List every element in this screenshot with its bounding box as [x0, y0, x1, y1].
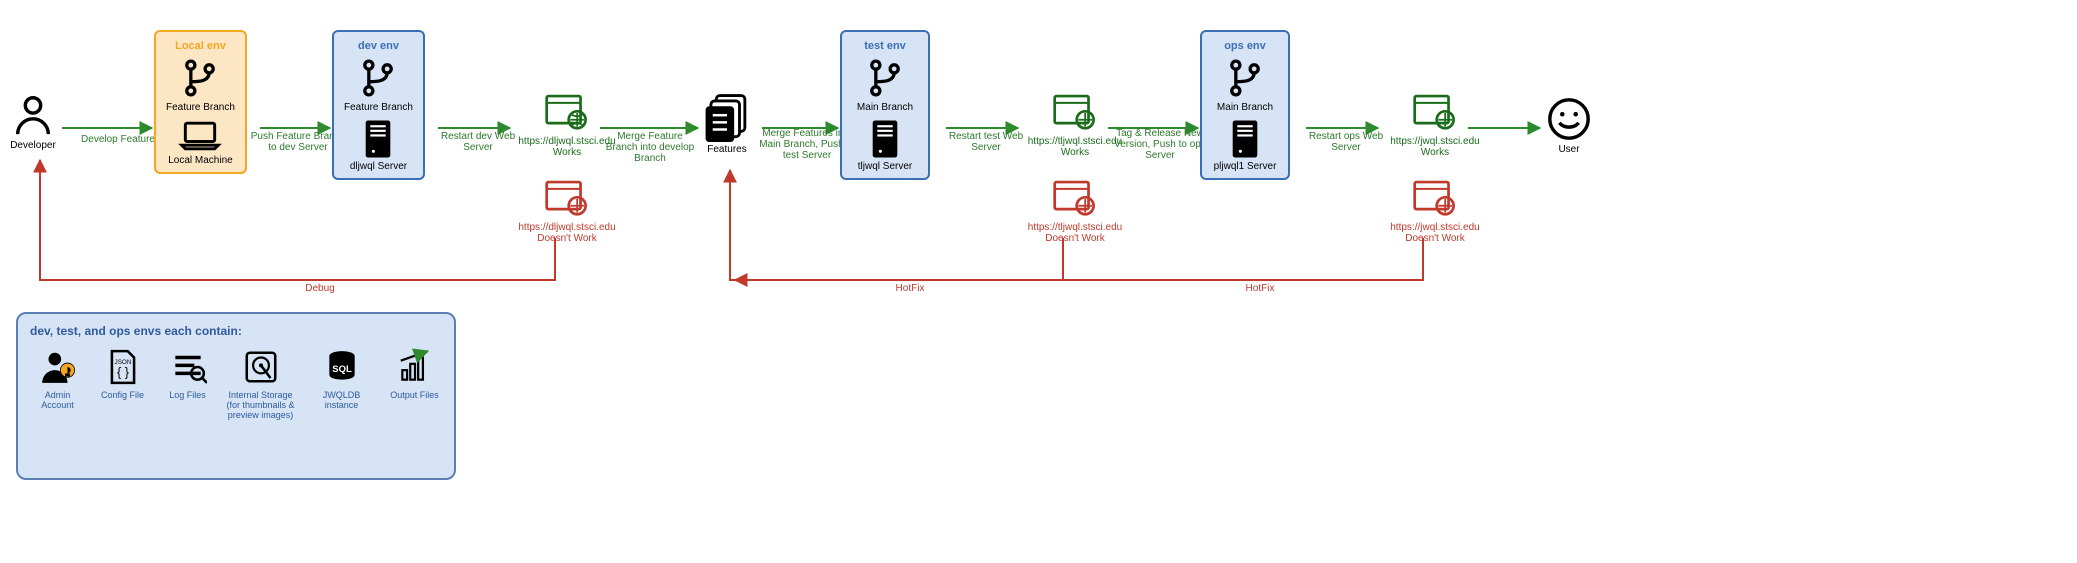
browser-fail-icon	[1053, 180, 1097, 218]
legend-box: dev, test, and ops envs each contain: Ad…	[16, 312, 456, 480]
legend-title: dev, test, and ops envs each contain:	[30, 324, 442, 338]
ops-server-label: pljwql1 Server	[1214, 161, 1277, 172]
developer-node: Developer	[10, 92, 56, 151]
log-files-icon	[169, 348, 207, 386]
browser-ok-icon	[545, 94, 589, 132]
git-branch-icon	[1223, 56, 1267, 100]
dev-env-box: dev env Feature Branch dljwql Server	[332, 30, 425, 180]
dev-fails-label: https://dljwql.stsci.edu Doesn't Work	[512, 222, 622, 244]
browser-fail-icon	[1413, 180, 1457, 218]
legend-admin-label: Admin Account	[30, 390, 85, 410]
legend-config: JSON { } Config File	[95, 348, 150, 400]
developer-label: Developer	[10, 140, 56, 151]
local-machine-label: Local Machine	[168, 155, 232, 166]
test-fails-node: https://tljwql.stsci.edu Doesn't Work	[1020, 180, 1130, 244]
local-branch-label: Feature Branch	[166, 102, 235, 113]
ops-env-box: ops env Main Branch pljwql1 Server	[1200, 30, 1290, 180]
features-label: Features	[707, 144, 746, 155]
git-branch-icon	[863, 56, 907, 100]
svg-text:SQL: SQL	[332, 364, 352, 375]
legend-db-label: JWQLDB instance	[306, 390, 377, 410]
legend-db: SQL JWQLDB instance	[306, 348, 377, 410]
test-branch-label: Main Branch	[857, 102, 913, 113]
dev-works-label: https://dljwql.stsci.edu Works	[512, 136, 622, 158]
legend-logs: Log Files	[160, 348, 215, 400]
ops-works-node: https://jwql.stsci.edu Works	[1380, 94, 1490, 158]
dev-works-node: https://dljwql.stsci.edu Works	[512, 94, 622, 158]
arrow-hotfix-ops: HotFix	[1210, 283, 1310, 294]
legend-admin: Admin Account	[30, 348, 85, 410]
svg-text:{ }: { }	[117, 366, 129, 380]
features-node: Features	[702, 92, 752, 155]
ops-fails-node: https://jwql.stsci.edu Doesn't Work	[1380, 180, 1490, 244]
browser-ok-icon	[1053, 94, 1097, 132]
json-file-icon: JSON { }	[104, 348, 142, 386]
admin-account-icon	[39, 348, 77, 386]
smiley-icon	[1546, 96, 1592, 142]
documents-stack-icon	[702, 92, 752, 142]
legend-output: Output Files	[387, 348, 442, 400]
user-label: User	[1558, 144, 1579, 155]
ops-works-label: https://jwql.stsci.edu Works	[1380, 136, 1490, 158]
test-env-title: test env	[864, 40, 906, 52]
test-works-label: https://tljwql.stsci.edu Works	[1020, 136, 1130, 158]
legend-storage: Internal Storage (for thumbnails & previ…	[225, 348, 296, 420]
server-icon	[362, 119, 394, 159]
dev-env-title: dev env	[358, 40, 399, 52]
dev-server-label: dljwql Server	[350, 161, 407, 172]
user-node: User	[1546, 96, 1592, 155]
arrow-debug: Debug	[270, 283, 370, 294]
arrow-develop-feature: Develop Feature	[68, 134, 168, 145]
local-env-box: Local env Feature Branch Local Machine	[154, 30, 247, 174]
git-branch-icon	[356, 56, 400, 100]
database-icon: SQL	[323, 348, 361, 386]
server-icon	[1229, 119, 1261, 159]
dev-branch-label: Feature Branch	[344, 102, 413, 113]
ops-branch-label: Main Branch	[1217, 102, 1273, 113]
legend-output-label: Output Files	[390, 390, 439, 400]
legend-storage-label: Internal Storage (for thumbnails & previ…	[225, 390, 296, 420]
test-fails-label: https://tljwql.stsci.edu Doesn't Work	[1020, 222, 1130, 244]
arrow-hotfix-test: HotFix	[860, 283, 960, 294]
browser-fail-icon	[545, 180, 589, 218]
legend-config-label: Config File	[101, 390, 144, 400]
test-env-box: test env Main Branch tljwql Server	[840, 30, 930, 180]
git-branch-icon	[178, 56, 222, 100]
server-icon	[869, 119, 901, 159]
local-env-title: Local env	[175, 40, 226, 52]
output-chart-icon	[396, 348, 434, 386]
browser-ok-icon	[1413, 94, 1457, 132]
legend-logs-label: Log Files	[169, 390, 206, 400]
test-server-label: tljwql Server	[858, 161, 912, 172]
laptop-icon	[178, 119, 222, 153]
dev-fails-node: https://dljwql.stsci.edu Doesn't Work	[512, 180, 622, 244]
person-icon	[10, 92, 56, 138]
hard-drive-icon	[242, 348, 280, 386]
ops-fails-label: https://jwql.stsci.edu Doesn't Work	[1380, 222, 1490, 244]
test-works-node: https://tljwql.stsci.edu Works	[1020, 94, 1130, 158]
ops-env-title: ops env	[1224, 40, 1266, 52]
